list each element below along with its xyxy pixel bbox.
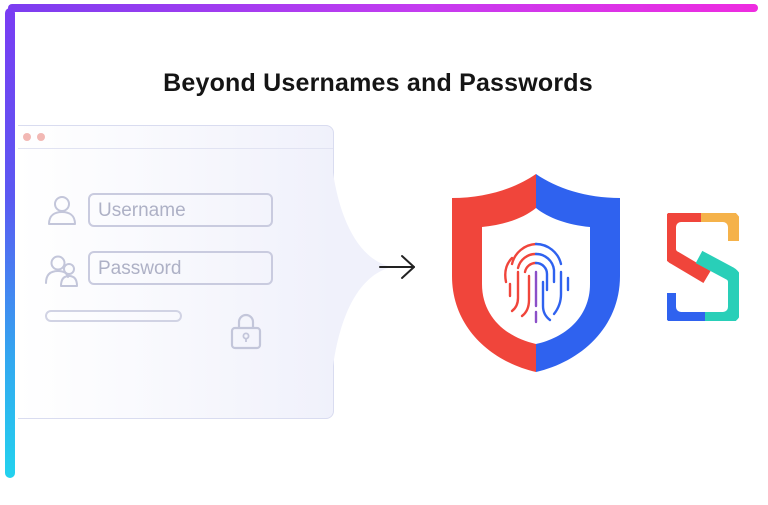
arrow-right-icon xyxy=(379,255,415,279)
password-field[interactable]: Password xyxy=(88,251,273,285)
page-title: Beyond Usernames and Passwords xyxy=(163,69,593,97)
window-dot xyxy=(37,133,45,141)
window-dot xyxy=(23,133,31,141)
window-titlebar xyxy=(18,126,333,149)
login-button[interactable] xyxy=(45,310,182,322)
lock-icon xyxy=(230,313,262,350)
top-gradient-border xyxy=(8,4,758,12)
login-window: Username Password xyxy=(18,125,334,419)
username-field[interactable]: Username xyxy=(88,193,273,227)
password-placeholder: Password xyxy=(98,258,182,279)
username-placeholder: Username xyxy=(98,200,186,221)
left-gradient-border xyxy=(5,8,15,478)
shield-fingerprint-icon xyxy=(452,174,620,372)
login-illustration: Username Password xyxy=(18,125,428,425)
brand-logo xyxy=(667,213,739,321)
users-icon xyxy=(45,255,78,287)
user-icon xyxy=(48,196,76,225)
slide-frame: Beyond Usernames and Passwords Username xyxy=(0,0,768,505)
